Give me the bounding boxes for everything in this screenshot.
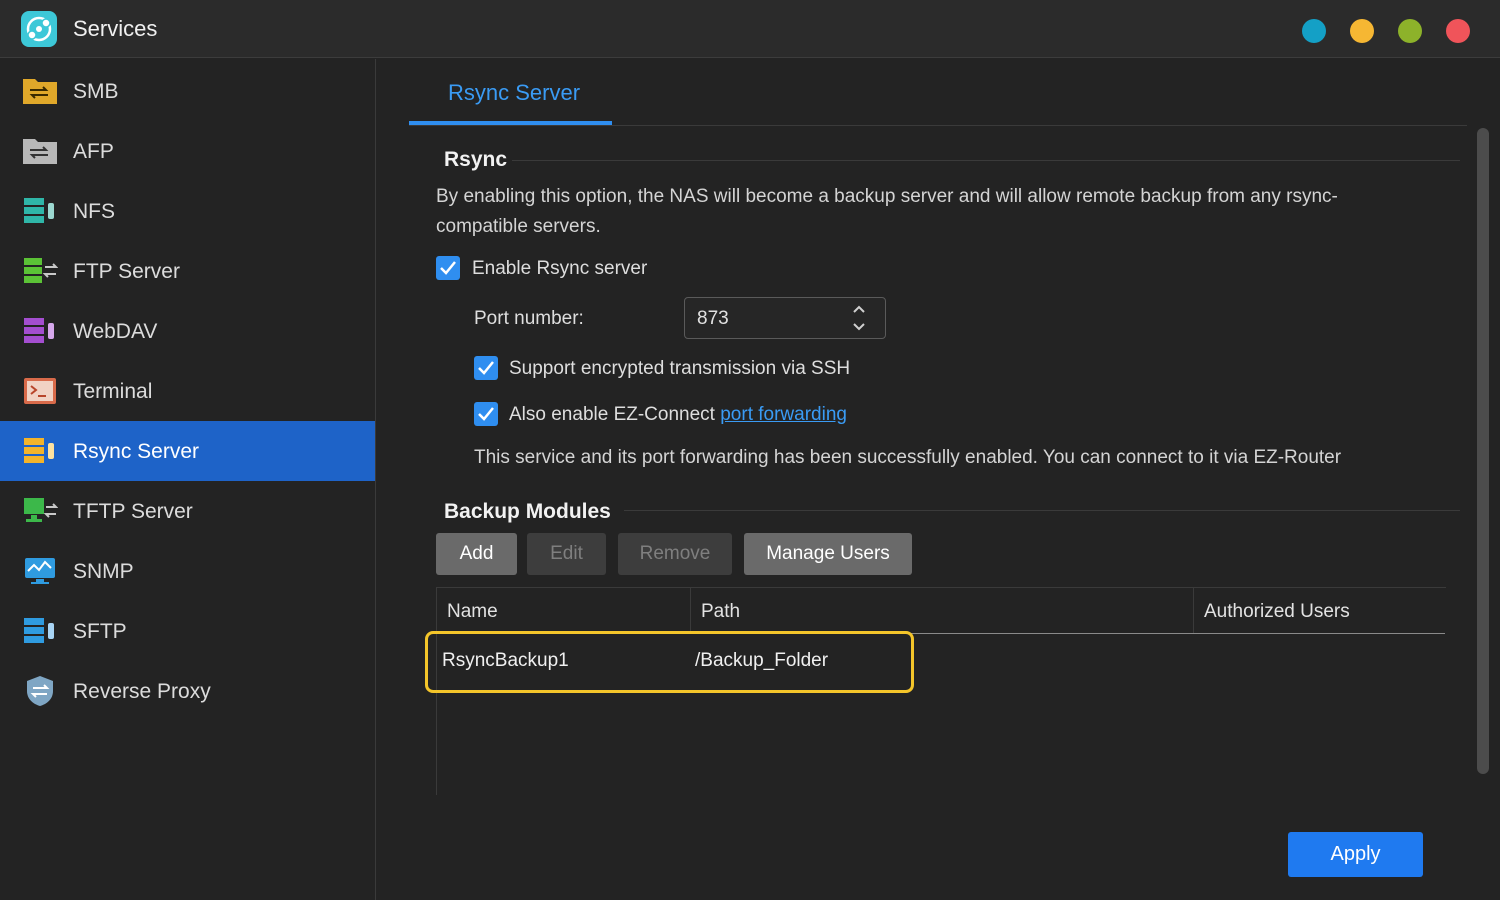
port-number-label: Port number: (474, 308, 584, 329)
restore-button[interactable] (1398, 19, 1422, 43)
webdav-icon (24, 318, 54, 343)
column-header-name[interactable]: Name (437, 588, 691, 633)
sidebar-item-smb[interactable]: SMB (0, 61, 375, 121)
sidebar-item-label: SNMP (73, 560, 134, 583)
column-header-path[interactable]: Path (691, 588, 1194, 633)
row-highlight-box (425, 631, 914, 693)
sidebar-item-label: Reverse Proxy (73, 680, 211, 703)
chevron-up-icon[interactable] (851, 302, 867, 316)
remove-button[interactable]: Remove (618, 533, 732, 575)
sidebar-item-snmp[interactable]: SNMP (0, 541, 375, 601)
sidebar-item-label: FTP Server (73, 260, 180, 283)
shield-icon (27, 676, 53, 706)
ssh-encryption-label: Support encrypted transmission via SSH (509, 358, 851, 379)
column-header-label: Authorized Users (1204, 601, 1350, 622)
sidebar-item-label: Rsync Server (73, 440, 200, 463)
tab-label: Rsync Server (448, 80, 581, 105)
enable-rsync-label: Enable Rsync server (472, 258, 648, 279)
port-forwarding-link[interactable]: port forwarding (720, 404, 847, 425)
ftp-server-icon (24, 258, 58, 283)
terminal-icon (24, 378, 56, 404)
section-divider (512, 160, 1460, 161)
ez-connect-label: Also enable EZ-Connect port forwarding (509, 404, 847, 426)
services-icon (21, 11, 57, 47)
sidebar-item-nfs[interactable]: NFS (0, 181, 375, 241)
checkmark-icon (478, 361, 494, 375)
sidebar-item-label: SMB (73, 80, 119, 103)
rsync-description: By enabling this option, the NAS will be… (436, 186, 1338, 237)
ez-connect-text: Also enable EZ-Connect (509, 404, 721, 425)
column-header-authorized-users[interactable]: Authorized Users (1194, 588, 1445, 633)
sidebar-item-webdav[interactable]: WebDAV (0, 301, 375, 361)
sidebar-item-label: SFTP (73, 620, 127, 643)
ssh-encryption-checkbox[interactable] (474, 356, 498, 380)
nfs-server-icon (24, 198, 54, 223)
enable-rsync-checkbox[interactable] (436, 256, 460, 280)
port-number-stepper[interactable]: 873 (684, 297, 886, 339)
sidebar-item-label: WebDAV (73, 320, 158, 343)
checkmark-icon (478, 407, 494, 421)
section-divider (624, 510, 1460, 511)
maximize-button[interactable] (1350, 19, 1374, 43)
apply-button[interactable]: Apply (1288, 832, 1423, 877)
sidebar-item-label: Terminal (73, 380, 153, 403)
close-button[interactable] (1446, 19, 1470, 43)
port-forwarding-status: This service and its port forwarding has… (474, 447, 1342, 468)
sidebar-item-rsync-server[interactable]: Rsync Server (0, 421, 375, 481)
sidebar-item-terminal[interactable]: Terminal (0, 361, 375, 421)
manage-users-button[interactable]: Manage Users (744, 533, 912, 575)
tftp-server-icon (24, 498, 58, 522)
sidebar-item-tftp-server[interactable]: TFTP Server (0, 481, 375, 541)
smb-folder-icon (23, 79, 57, 104)
content-scrollbar[interactable] (1477, 128, 1489, 774)
chevron-down-icon[interactable] (851, 320, 867, 334)
minimize-button[interactable] (1302, 19, 1326, 43)
ez-connect-checkbox[interactable] (474, 402, 498, 426)
sidebar: SMB AFP NFS FTP Server WebDAV Terminal R… (0, 59, 376, 900)
port-number-value: 873 (697, 308, 729, 329)
sidebar-item-label: TFTP Server (73, 500, 193, 523)
rsync-server-icon (24, 438, 54, 463)
sidebar-item-label: AFP (73, 140, 114, 163)
afp-folder-icon (23, 139, 57, 164)
edit-button[interactable]: Edit (527, 533, 606, 575)
sidebar-item-label: NFS (73, 200, 115, 223)
checkmark-icon (440, 261, 456, 275)
sidebar-item-ftp-server[interactable]: FTP Server (0, 241, 375, 301)
column-header-label: Name (447, 601, 498, 622)
tab-rsync-server[interactable]: Rsync Server (409, 60, 612, 125)
backup-modules-title: Backup Modules (444, 500, 611, 523)
snmp-monitor-icon (25, 558, 55, 584)
sidebar-item-reverse-proxy[interactable]: Reverse Proxy (0, 661, 375, 721)
add-button[interactable]: Add (436, 533, 517, 575)
tab-divider (409, 125, 1467, 126)
window-title: Services (73, 16, 158, 41)
sidebar-item-sftp[interactable]: SFTP (0, 601, 375, 661)
rsync-section-title: Rsync (444, 148, 508, 171)
sftp-server-icon (24, 618, 54, 643)
title-bar: Services (0, 0, 1500, 58)
sidebar-item-afp[interactable]: AFP (0, 121, 375, 181)
column-header-label: Path (701, 601, 741, 622)
